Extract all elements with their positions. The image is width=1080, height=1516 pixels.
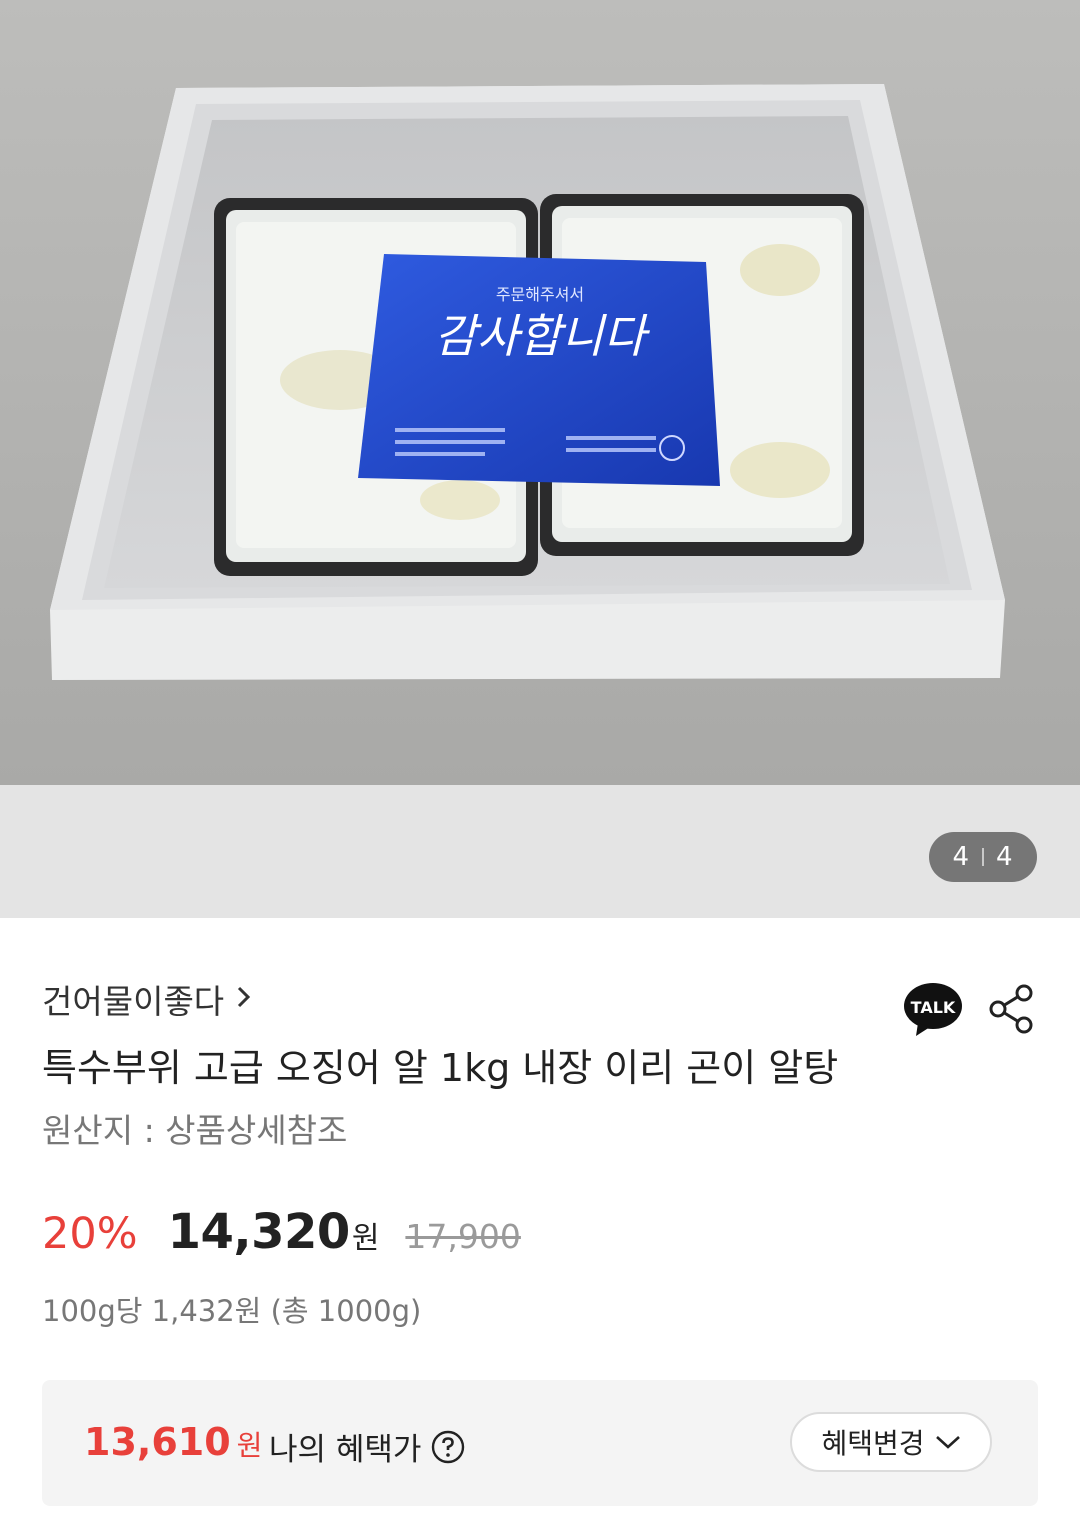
unit-price: 100g당 1,432원 (총 1000g) [42, 1294, 422, 1328]
chevron-right-icon [236, 982, 252, 1017]
price-row: 20% 14,320 원 17,900 [42, 1204, 521, 1264]
original-price: 17,900 [405, 1217, 521, 1256]
ice-pack-line2: 감사합니다 [434, 309, 650, 363]
sale-price: 14,320 [167, 1204, 351, 1260]
benefit-label: 나의 혜택가 [269, 1424, 465, 1469]
help-icon[interactable] [431, 1430, 465, 1464]
ice-pack-line1: 주문해주셔서 [496, 285, 584, 304]
change-benefit-button[interactable]: 혜택변경 [790, 1412, 992, 1472]
price-currency: 원 [351, 1221, 380, 1256]
benefit-label-text: 나의 혜택가 [269, 1432, 422, 1468]
seller-link[interactable]: 건어물이좋다 [42, 975, 252, 1023]
benefit-price-currency: 원 [236, 1429, 263, 1462]
counter-divider [982, 848, 984, 866]
product-photo: 주문해주셔서 감사합니다 [0, 0, 1080, 785]
benefit-price-value: 13,610 [84, 1420, 231, 1464]
chevron-down-icon [935, 1436, 960, 1449]
seller-name: 건어물이좋다 [42, 982, 225, 1021]
share-icon[interactable] [986, 983, 1036, 1035]
image-counter: 4 4 [929, 832, 1037, 882]
discount-rate: 20% [42, 1209, 138, 1259]
change-benefit-label: 혜택변경 [821, 1427, 925, 1460]
benefit-price: 13,610 원 [84, 1420, 262, 1464]
talk-label: TALK [911, 998, 956, 1017]
benefit-box: 13,610 원 나의 혜택가 혜택변경 [42, 1380, 1038, 1506]
image-counter-total: 4 [996, 842, 1014, 872]
product-gallery[interactable]: 주문해주셔서 감사합니다 4 4 [0, 0, 1080, 918]
talk-icon[interactable]: TALK [902, 981, 964, 1037]
image-counter-current: 4 [952, 842, 970, 872]
product-origin: 원산지 : 상품상세참조 [42, 1111, 348, 1150]
product-title: 특수부위 고급 오징어 알 1kg 내장 이리 곤이 알탕 [42, 1046, 839, 1090]
